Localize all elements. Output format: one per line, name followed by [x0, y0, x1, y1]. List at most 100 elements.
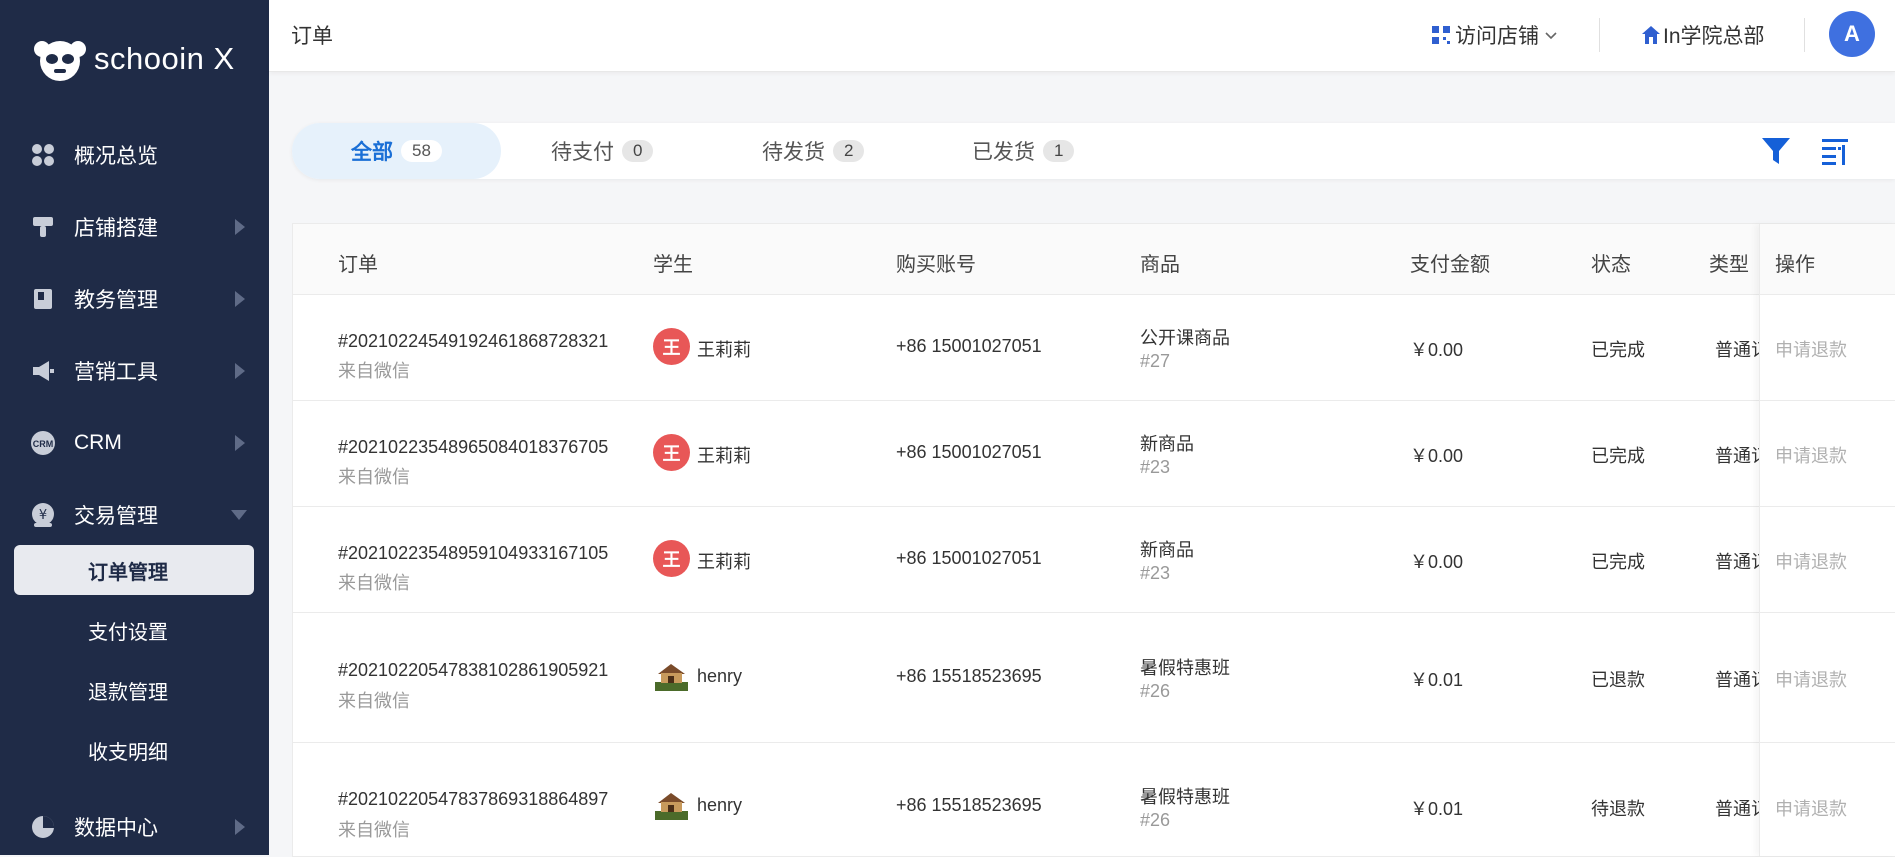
tab-pending-shipment[interactable]: 待发货 2 [762, 123, 865, 179]
student-name[interactable]: 王莉莉 [697, 442, 751, 468]
sidebar-item-overview[interactable]: 概况总览 [0, 133, 269, 177]
chevron-down-icon [1545, 32, 1557, 40]
product-id: #23 [1140, 457, 1171, 477]
student-avatar-image [653, 785, 690, 822]
order-type: 普通订 [1715, 340, 1759, 360]
chevron-right-icon [235, 819, 245, 835]
sidebar-subitem-label: 订单管理 [88, 561, 168, 584]
column-header-student: 学生 [653, 254, 693, 276]
product-name[interactable]: 暑假特惠班 [1140, 783, 1230, 809]
sidebar-item-label: 交易管理 [74, 505, 158, 528]
tab-count-badge: 1 [1043, 140, 1075, 162]
sidebar-subitem-label: 支付设置 [88, 621, 168, 644]
buyer-account: +86 15001027051 [896, 336, 1042, 356]
product-id: #26 [1140, 810, 1171, 830]
order-number[interactable]: #20210223548965084018376705 [338, 437, 608, 458]
sidebar-item-label: 店铺搭建 [74, 217, 158, 240]
payment-amount: ￥0.00 [1410, 340, 1464, 360]
product-id: #23 [1140, 563, 1171, 583]
buyer-account: +86 15518523695 [896, 666, 1042, 686]
crm-icon: CRM [30, 430, 56, 456]
qr-code-icon [1432, 26, 1450, 44]
brand-name: schooin X [94, 41, 235, 76]
buyer-account: +86 15518523695 [896, 795, 1042, 815]
order-number[interactable]: #20210223548959104933167105 [338, 543, 608, 564]
sidebar-item-shop-build[interactable]: 店铺搭建 [0, 205, 269, 249]
order-source: 来自微信 [338, 820, 410, 840]
column-header-order: 订单 [338, 254, 378, 276]
tab-all[interactable]: 全部 58 [292, 123, 501, 179]
table-row[interactable]: #20210223548965084018376705 来自微信 王 王莉莉 +… [293, 400, 1895, 507]
order-status: 待退款 [1591, 799, 1645, 819]
brush-icon [30, 214, 56, 240]
orders-table: 订单 学生 购买账号 商品 支付金额 状态 类型 操作 #20210224549… [292, 223, 1895, 857]
student-avatar: 王 [653, 328, 690, 365]
brand-logo[interactable]: schooin X [32, 32, 235, 86]
logo-mark-icon [34, 41, 86, 81]
sidebar-item-transactions[interactable]: ¥ 交易管理 [0, 493, 269, 537]
product-name[interactable]: 新商品 [1140, 430, 1194, 456]
order-status: 已完成 [1591, 446, 1645, 466]
order-status: 已完成 [1591, 552, 1645, 572]
student-name[interactable]: henry [697, 666, 742, 687]
sidebar-item-label: 营销工具 [74, 361, 158, 384]
sidebar-item-label: CRM [74, 431, 122, 454]
product-id: #26 [1140, 681, 1171, 701]
yen-icon: ¥ [30, 502, 56, 528]
order-status: 已完成 [1591, 340, 1645, 360]
chevron-right-icon [235, 363, 245, 379]
order-number[interactable]: #20210220547838102861905921 [338, 660, 608, 681]
product-name[interactable]: 暑假特惠班 [1140, 654, 1230, 680]
megaphone-icon [30, 358, 56, 384]
tab-count-badge: 0 [622, 140, 654, 162]
order-type: 普通订 [1715, 446, 1759, 466]
table-row[interactable]: #20210220547837869318864897 来自微信 henry +… [293, 742, 1895, 856]
book-icon [30, 286, 56, 312]
sidebar-item-crm[interactable]: CRM CRM [0, 421, 269, 465]
sidebar-subitem-label: 退款管理 [88, 681, 168, 704]
tab-pending-payment[interactable]: 待支付 0 [551, 123, 654, 179]
table-row[interactable]: #20210223548959104933167105 来自微信 王 王莉莉 +… [293, 506, 1895, 613]
svg-text:CRM: CRM [33, 439, 54, 449]
sidebar-subitem-ledger[interactable]: 收支明细 [14, 725, 254, 775]
product-name[interactable]: 新商品 [1140, 536, 1194, 562]
student-name[interactable]: henry [697, 795, 742, 816]
sidebar-item-academic[interactable]: 教务管理 [0, 277, 269, 321]
student-avatar: 王 [653, 434, 690, 471]
column-header-status: 状态 [1591, 254, 1631, 276]
pie-chart-icon [30, 814, 56, 840]
order-type: 普通订 [1715, 799, 1759, 819]
visit-shop-button[interactable]: 访问店铺 [1431, 20, 1559, 50]
chevron-right-icon [235, 291, 245, 307]
sidebar-item-data-center[interactable]: 数据中心 [0, 805, 269, 849]
sidebar-subitem-label: 收支明细 [88, 741, 168, 764]
order-status: 已退款 [1591, 670, 1645, 690]
order-number[interactable]: #20210220547837869318864897 [338, 789, 608, 810]
table-row[interactable]: #20210220547838102861905921 来自微信 henry +… [293, 612, 1895, 743]
home-icon [1642, 26, 1660, 44]
sidebar-subitem-refunds[interactable]: 退款管理 [14, 665, 254, 715]
student-name[interactable]: 王莉莉 [697, 336, 751, 362]
sidebar-subitem-payment-settings[interactable]: 支付设置 [14, 605, 254, 655]
column-header-product: 商品 [1140, 254, 1180, 276]
sidebar-subitem-orders[interactable]: 订单管理 [14, 545, 254, 595]
student-name[interactable]: 王莉莉 [697, 548, 751, 574]
order-number[interactable]: #20210224549192461868728321 [338, 331, 608, 352]
page-title: 订单 [291, 25, 333, 48]
tab-count-badge: 58 [401, 140, 442, 162]
order-type: 普通订 [1715, 552, 1759, 572]
fixed-action-column [1759, 224, 1895, 856]
tab-shipped[interactable]: 已发货 1 [972, 123, 1075, 179]
filter-icon[interactable] [1760, 135, 1792, 167]
order-source: 来自微信 [338, 573, 410, 593]
buyer-account: +86 15001027051 [896, 548, 1042, 568]
order-source: 来自微信 [338, 467, 410, 487]
svg-text:¥: ¥ [39, 508, 47, 523]
payment-amount: ￥0.00 [1410, 552, 1464, 572]
sidebar-item-marketing[interactable]: 营销工具 [0, 349, 269, 393]
table-row[interactable]: #20210224549192461868728321 来自微信 王 王莉莉 +… [293, 294, 1895, 401]
column-settings-icon[interactable] [1820, 135, 1852, 167]
org-switcher[interactable]: In学院总部 [1641, 20, 1765, 50]
user-avatar[interactable]: A [1829, 11, 1875, 57]
product-name[interactable]: 公开课商品 [1140, 324, 1230, 350]
